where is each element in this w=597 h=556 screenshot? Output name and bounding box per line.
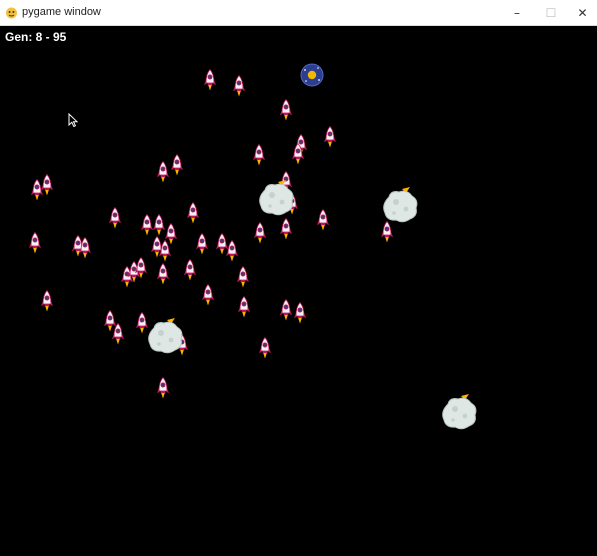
- rocket-sprite: [204, 69, 216, 91]
- rocket-sprite: [184, 259, 196, 281]
- rocket-sprite: [253, 144, 265, 166]
- rocket-sprite: [292, 143, 304, 165]
- rocket-sprite: [141, 214, 153, 236]
- rocket-sprite: [294, 302, 306, 324]
- rocket-sprite: [254, 222, 266, 244]
- close-icon: ✕: [577, 5, 588, 20]
- maximize-button[interactable]: ☐: [534, 0, 568, 25]
- rocket-sprite: [196, 233, 208, 255]
- target-planet-icon: [300, 63, 324, 87]
- rocket-sprite: [280, 218, 292, 240]
- rocket-sprite: [280, 99, 292, 121]
- rocket-sprite: [233, 75, 245, 97]
- window-title: pygame window: [22, 6, 101, 18]
- rocket-sprite: [109, 207, 121, 229]
- asteroid-sprite: [442, 394, 477, 430]
- rocket-sprite: [135, 257, 147, 279]
- pygame-app-icon: [6, 7, 17, 19]
- rocket-sprite: [324, 126, 336, 148]
- rocket-sprite: [317, 209, 329, 231]
- rocket-sprite: [159, 240, 171, 262]
- minimize-icon: –: [514, 5, 520, 20]
- asteroid-sprite: [148, 318, 183, 354]
- rocket-sprite: [153, 214, 165, 236]
- asteroid-sprite: [259, 180, 294, 216]
- minimize-button[interactable]: –: [500, 0, 534, 25]
- rocket-sprite: [171, 154, 183, 176]
- rocket-sprite: [112, 323, 124, 345]
- title-bar[interactable]: pygame window – ☐ ✕: [0, 0, 597, 26]
- game-canvas[interactable]: Gen: 8 - 95: [0, 26, 597, 556]
- maximize-icon: ☐: [545, 5, 557, 20]
- generation-counter: Gen: 8 - 95: [5, 30, 67, 44]
- rocket-sprite: [79, 237, 91, 259]
- rocket-sprite: [157, 161, 169, 183]
- rocket-sprite: [226, 240, 238, 262]
- rocket-sprite: [157, 263, 169, 285]
- pygame-window: pygame window – ☐ ✕ Gen: 8 - 95: [0, 0, 597, 556]
- rocket-sprite: [31, 179, 43, 201]
- rocket-sprite: [202, 284, 214, 306]
- rocket-sprite: [280, 299, 292, 321]
- rocket-sprite: [237, 266, 249, 288]
- rocket-sprite: [259, 337, 271, 359]
- rocket-sprite: [157, 377, 169, 399]
- asteroid-sprite: [383, 187, 418, 223]
- mouse-cursor-icon: [68, 113, 78, 127]
- close-button[interactable]: ✕: [568, 0, 597, 25]
- rocket-sprite: [29, 232, 41, 254]
- rocket-sprite: [41, 290, 53, 312]
- rocket-sprite: [187, 202, 199, 224]
- rocket-sprite: [238, 296, 250, 318]
